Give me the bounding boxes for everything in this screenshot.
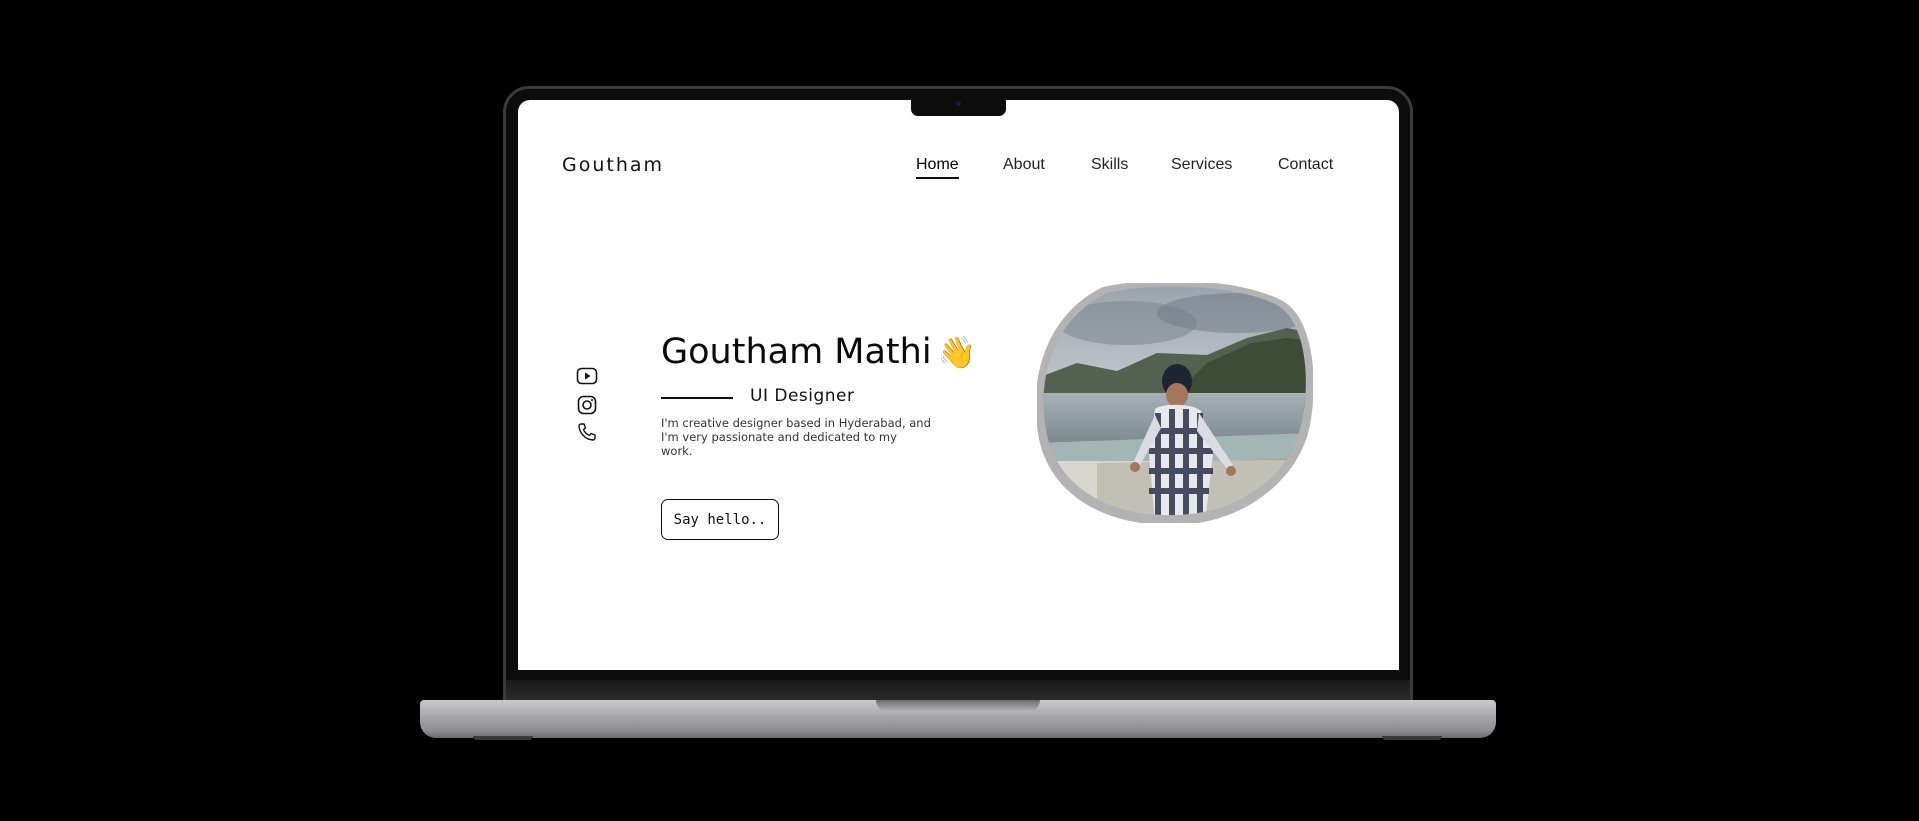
laptop-opening-notch xyxy=(876,700,1040,712)
laptop-chin xyxy=(506,680,1410,700)
nav-contact[interactable]: Contact xyxy=(1278,156,1333,177)
phone-icon[interactable] xyxy=(576,421,598,443)
nav-services[interactable]: Services xyxy=(1171,156,1232,177)
laptop-foot-left xyxy=(473,736,533,740)
nav-skills[interactable]: Skills xyxy=(1091,156,1128,177)
main-nav: Home About Skills Services Contact xyxy=(518,156,1399,186)
subtitle-divider xyxy=(661,397,733,399)
instagram-icon[interactable] xyxy=(576,394,598,416)
waving-hand-icon: 👋 xyxy=(937,335,977,371)
nav-about[interactable]: About xyxy=(1003,156,1045,177)
laptop-screen: Goutham Home About Skills Services Conta… xyxy=(518,100,1399,670)
hero-title: Goutham Mathi 👋 xyxy=(661,332,976,372)
hero-description: I'm creative designer based in Hyderabad… xyxy=(661,416,931,458)
hero-name: Goutham Mathi xyxy=(661,332,932,372)
nav-home[interactable]: Home xyxy=(916,156,959,179)
say-hello-button[interactable]: Say hello.. xyxy=(661,499,779,540)
desktop-stage: Goutham Home About Skills Services Conta… xyxy=(0,0,1919,821)
camera-icon xyxy=(956,101,961,106)
laptop-foot-right xyxy=(1382,736,1442,740)
profile-photo xyxy=(1035,280,1314,526)
youtube-icon[interactable] xyxy=(576,365,598,387)
hero-role: UI Designer xyxy=(750,386,855,406)
